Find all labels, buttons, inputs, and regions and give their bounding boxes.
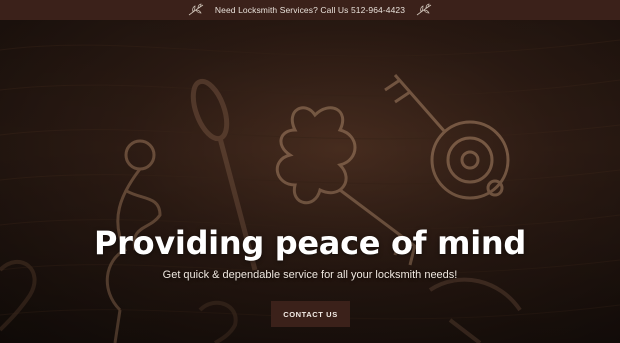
sprig-icon	[416, 3, 432, 16]
sprig-icon	[188, 3, 204, 16]
hero-dark-overlay	[0, 20, 620, 343]
hero-headline: Providing peace of mind	[94, 224, 526, 262]
announcement-content: Need Locksmith Services? Call Us 512-964…	[187, 3, 433, 17]
contact-us-button[interactable]: CONTACT US	[271, 301, 350, 327]
page: Need Locksmith Services? Call Us 512-964…	[0, 0, 620, 343]
announcement-bar: Need Locksmith Services? Call Us 512-964…	[0, 0, 620, 20]
hero-section: Providing peace of mind Get quick & depe…	[0, 20, 620, 343]
hero-subheadline: Get quick & dependable service for all y…	[162, 269, 458, 281]
phone-announcement-text[interactable]: Need Locksmith Services? Call Us 512-964…	[215, 5, 405, 15]
